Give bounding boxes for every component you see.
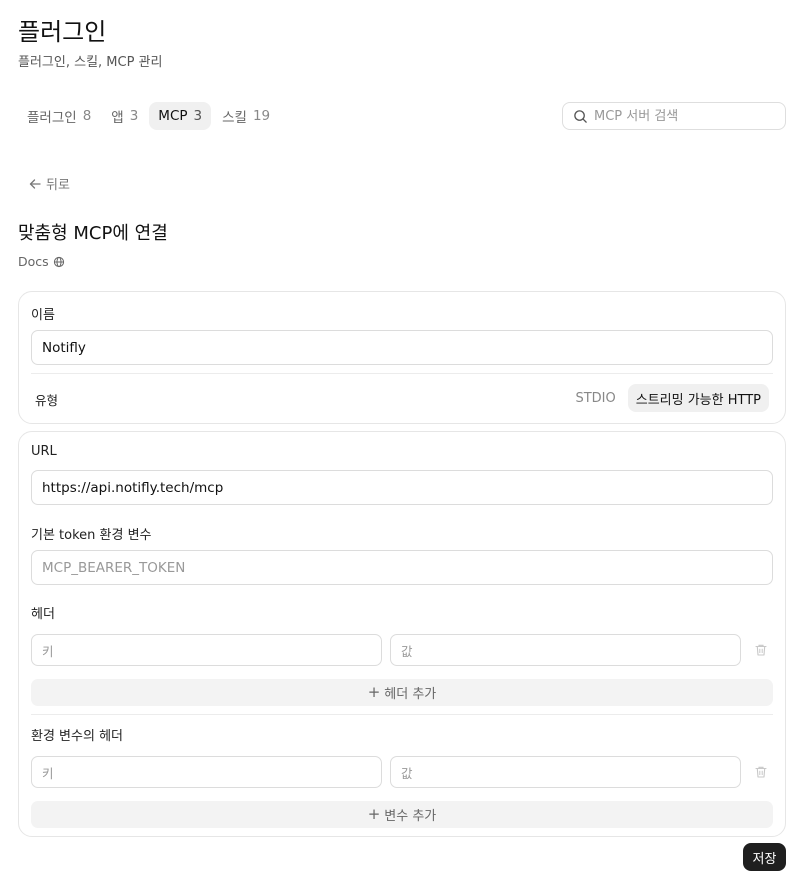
tab-count: 19 <box>252 108 271 124</box>
tab-skills[interactable]: 스킬 19 <box>213 102 279 130</box>
tab-label: 플러그인 <box>27 110 77 126</box>
token-env-label: 기본 token 환경 변수 <box>31 528 152 543</box>
connection-card: URL https://api.notifly.tech/mcp 기본 toke… <box>18 431 786 837</box>
tab-count: 8 <box>82 108 92 124</box>
plus-icon: + <box>367 805 381 823</box>
tab-count: 3 <box>193 108 203 124</box>
arrow-left-icon <box>29 178 41 189</box>
docs-label: Docs <box>18 254 49 269</box>
trash-icon[interactable] <box>754 765 768 779</box>
env-header-key-input[interactable]: 키 <box>31 756 382 788</box>
header-key-input[interactable]: 키 <box>31 634 382 666</box>
globe-icon <box>53 256 64 267</box>
save-button[interactable]: 저장 <box>743 843 786 871</box>
page-subtitle: 플러그인, 스킬, MCP 관리 <box>18 55 163 70</box>
add-variable-button[interactable]: + 변수 추가 <box>31 801 773 828</box>
env-header-value-input[interactable]: 값 <box>390 756 741 788</box>
type-option-streamable-http[interactable]: 스트리밍 가능한 HTTP <box>627 384 769 412</box>
add-variable-label: 변수 추가 <box>384 809 437 824</box>
form-title: 맞춤형 MCP에 연결 <box>18 223 168 244</box>
trash-icon[interactable] <box>754 643 768 657</box>
name-label: 이름 <box>31 308 55 323</box>
tab-bar: 플러그인 8 앱 3 MCP 3 스킬 19 <box>18 102 279 130</box>
type-label: 유형 <box>35 393 59 408</box>
tab-count: 3 <box>129 108 139 124</box>
back-button[interactable]: 뒤로 <box>28 174 70 193</box>
search-input[interactable] <box>594 108 774 124</box>
token-env-field[interactable]: MCP_BEARER_TOKEN <box>31 550 773 585</box>
tab-apps[interactable]: 앱 3 <box>102 102 147 130</box>
basic-info-card: 이름 Notifly 유형 STDIO 스트리밍 가능한 HTTP <box>18 291 786 424</box>
search-icon <box>574 109 587 123</box>
name-field[interactable]: Notifly <box>31 330 773 365</box>
tab-mcp[interactable]: MCP 3 <box>149 102 212 130</box>
divider <box>31 373 773 374</box>
url-label: URL <box>31 444 57 459</box>
page-title: 플러그인 <box>18 18 107 46</box>
type-selector: STDIO 스트리밍 가능한 HTTP <box>567 384 769 412</box>
docs-link[interactable]: Docs <box>18 254 65 269</box>
back-label: 뒤로 <box>46 178 70 193</box>
divider <box>31 714 773 715</box>
tab-label: 스킬 <box>222 110 247 126</box>
url-field[interactable]: https://api.notifly.tech/mcp <box>31 470 773 505</box>
tab-plugins[interactable]: 플러그인 8 <box>18 102 100 130</box>
type-option-stdio[interactable]: STDIO <box>567 384 623 412</box>
add-header-label: 헤더 추가 <box>384 687 437 702</box>
tab-label: MCP <box>158 108 188 124</box>
add-header-button[interactable]: + 헤더 추가 <box>31 679 773 706</box>
env-headers-label: 환경 변수의 헤더 <box>31 729 123 744</box>
plus-icon: + <box>367 683 381 701</box>
headers-label: 헤더 <box>31 607 55 622</box>
search-box <box>562 102 786 130</box>
header-value-input[interactable]: 값 <box>390 634 741 666</box>
tab-label: 앱 <box>111 110 124 126</box>
